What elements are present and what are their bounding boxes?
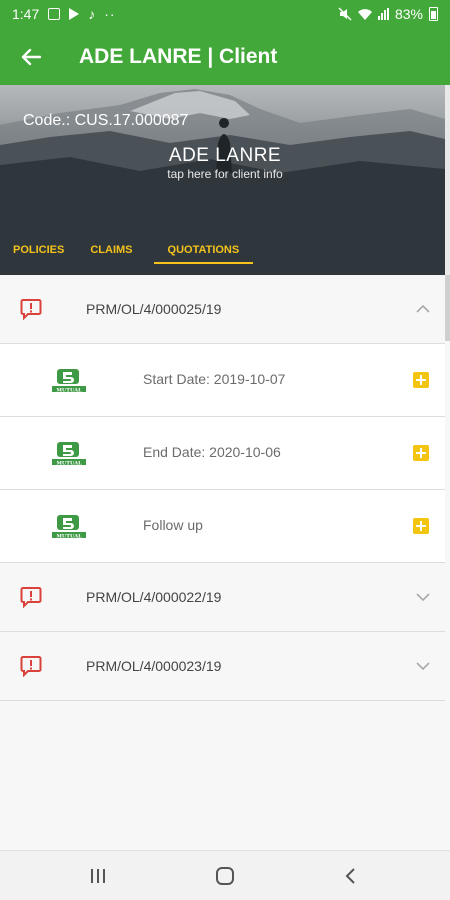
page-title: ADE LANRE | Client [79, 44, 278, 68]
battery-percent: 83% [394, 6, 423, 22]
tab-policies[interactable]: POLICIES [0, 225, 77, 275]
client-name: ADE LANRE [168, 145, 282, 166]
client-info-hint: tap here for client info [167, 167, 283, 181]
battery-icon [429, 7, 438, 21]
quotation-group-row[interactable]: PRM/OL/4/000022/19 [0, 563, 445, 632]
mutual-logo-icon: MUTUAL [52, 369, 86, 393]
chevron-down-icon[interactable] [415, 660, 431, 672]
alert-message-icon [20, 656, 42, 677]
mutual-logo-icon: MUTUAL [52, 442, 86, 466]
start-date-label: Start Date: 2019-10-07 [143, 371, 286, 387]
back-button[interactable] [0, 28, 62, 85]
quotation-number: PRM/OL/4/000025/19 [86, 301, 222, 317]
status-time: 1:47 [12, 6, 40, 22]
music-note-icon: ♪ [88, 6, 96, 22]
quotation-detail-row[interactable]: MUTUAL Follow up [0, 490, 445, 563]
alert-message-icon [20, 299, 42, 320]
add-icon[interactable] [413, 372, 429, 388]
quotation-detail-row[interactable]: MUTUAL Start Date: 2019-10-07 [0, 344, 445, 417]
mutual-logo-icon: MUTUAL [52, 515, 86, 539]
alert-message-icon [20, 587, 42, 608]
play-store-icon [69, 8, 80, 20]
recents-icon [91, 869, 105, 883]
status-bar: 1:47 ♪ ·· 83% [0, 0, 450, 28]
system-nav-bar [0, 850, 450, 900]
scrollbar[interactable] [445, 275, 450, 341]
nav-back-button[interactable] [320, 851, 380, 900]
tab-claims[interactable]: CLAIMS [77, 225, 145, 275]
wifi-icon [357, 8, 372, 20]
signal-icon [377, 8, 389, 20]
quotation-detail-row[interactable]: MUTUAL End Date: 2020-10-06 [0, 417, 445, 490]
quotation-number: PRM/OL/4/000023/19 [86, 658, 222, 674]
follow-up-label: Follow up [143, 517, 203, 533]
end-date-label: End Date: 2020-10-06 [143, 444, 281, 460]
home-icon [216, 867, 234, 885]
mute-icon [338, 7, 352, 21]
tab-bar: POLICIES CLAIMS QUOTATIONS [0, 225, 253, 275]
quotation-group-row[interactable]: PRM/OL/4/000025/19 [0, 275, 445, 344]
tab-quotations[interactable]: QUOTATIONS [153, 225, 254, 275]
app-bar: ADE LANRE | Client [0, 28, 450, 85]
client-header[interactable]: Code.: CUS.17.000087 ADE LANRE tap here … [0, 85, 445, 275]
home-button[interactable] [195, 851, 255, 900]
quotation-group-row[interactable]: PRM/OL/4/000023/19 [0, 632, 445, 701]
gallery-icon [48, 8, 61, 20]
quotation-list: PRM/OL/4/000025/19 MUTUAL Start Date: 20… [0, 275, 445, 701]
quotation-number: PRM/OL/4/000022/19 [86, 589, 222, 605]
add-icon[interactable] [413, 518, 429, 534]
svg-text:MUTUAL: MUTUAL [56, 460, 82, 466]
chevron-up-icon[interactable] [415, 303, 431, 315]
chevron-down-icon[interactable] [415, 591, 431, 603]
more-dots-icon: ·· [104, 6, 116, 22]
back-chevron-icon [345, 868, 355, 884]
svg-text:MUTUAL: MUTUAL [56, 533, 82, 539]
svg-text:MUTUAL: MUTUAL [56, 387, 82, 393]
client-code: Code.: CUS.17.000087 [23, 112, 189, 129]
arrow-back-icon [21, 48, 41, 65]
add-icon[interactable] [413, 445, 429, 461]
recents-button[interactable] [68, 851, 128, 900]
